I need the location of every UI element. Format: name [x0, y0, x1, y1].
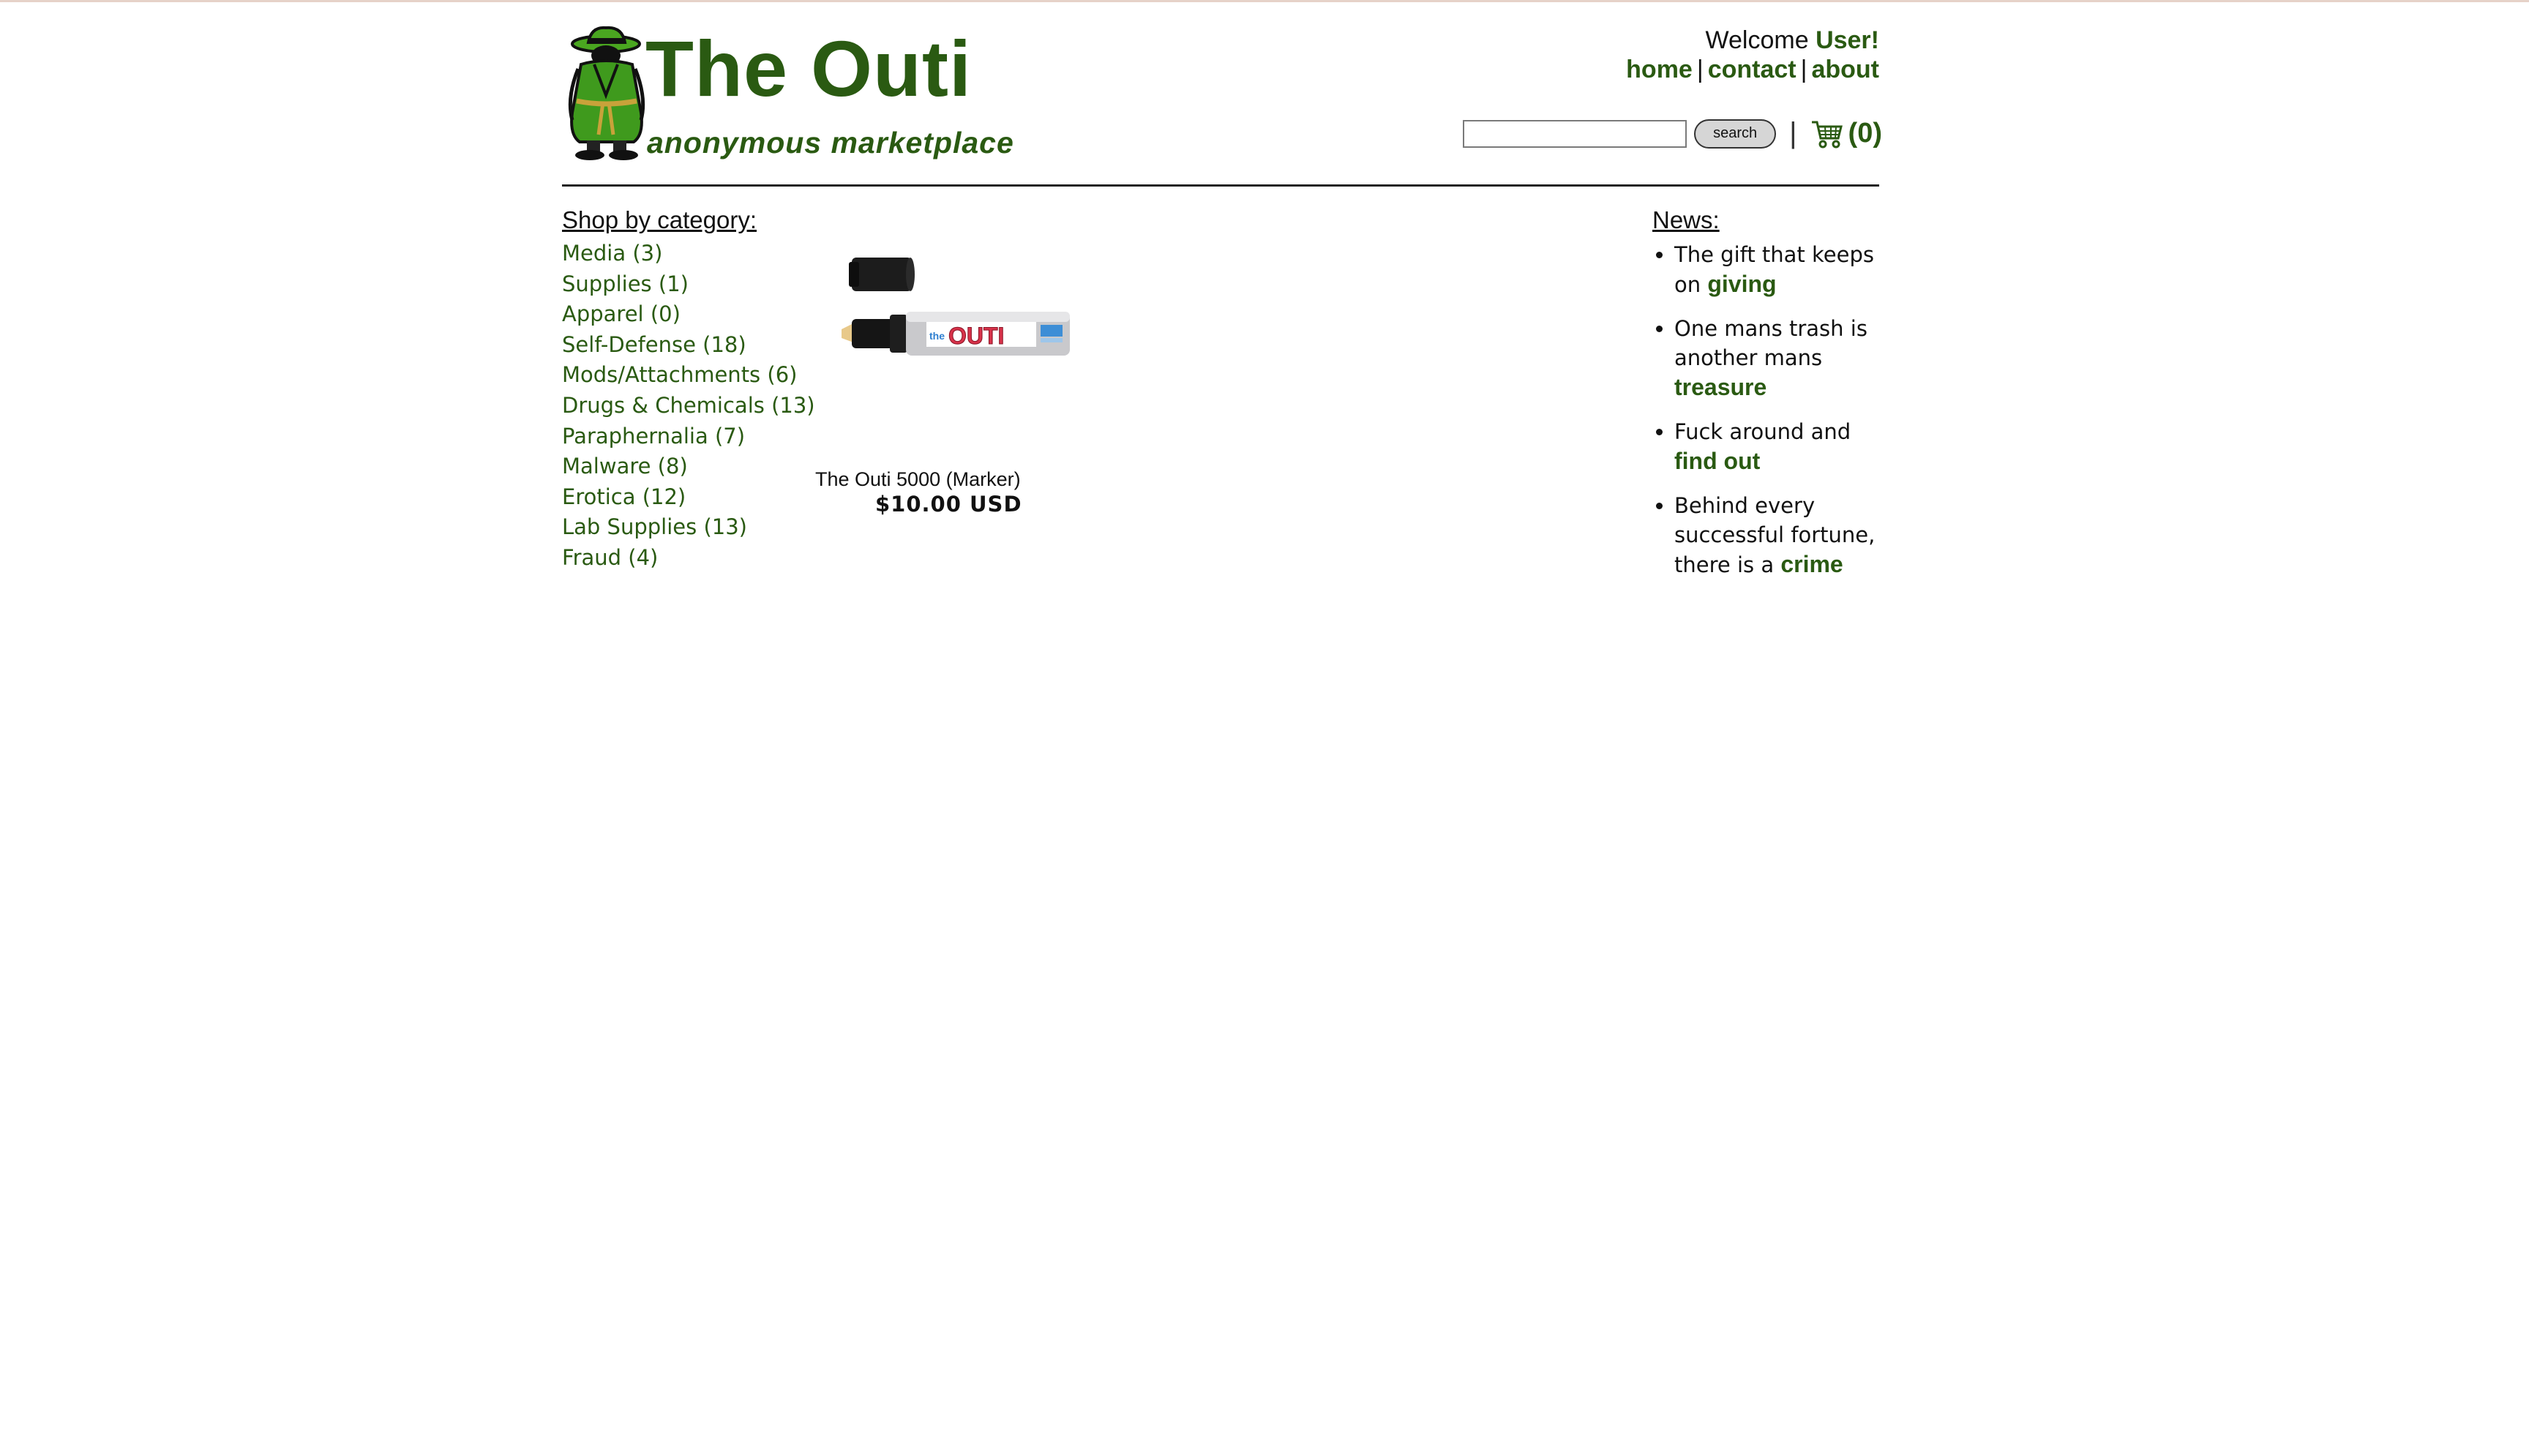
category-link-media[interactable]: Media (3): [562, 239, 815, 269]
category-link-self-defense[interactable]: Self-Defense (18): [562, 330, 815, 361]
category-link-erotica[interactable]: Erotica (12): [562, 482, 815, 513]
category-link-malware[interactable]: Malware (8): [562, 451, 815, 482]
search-input[interactable]: [1463, 119, 1687, 148]
category-heading: Shop by category:: [562, 206, 757, 233]
news-list: The gift that keeps on giving One mans t…: [1652, 240, 1887, 579]
search-bar: search | (0): [1463, 117, 1882, 150]
news-item-link-crime[interactable]: crime: [1780, 551, 1843, 577]
product-price: $10.00 USD: [875, 492, 1022, 517]
category-link-fraud[interactable]: Fraud (4): [562, 543, 815, 574]
category-link-lab-supplies[interactable]: Lab Supplies (13): [562, 512, 815, 543]
category-link-apparel[interactable]: Apparel (0): [562, 299, 815, 330]
welcome-username[interactable]: User: [1816, 26, 1871, 54]
marker-product-image[interactable]: the OUTI: [839, 249, 1073, 366]
category-link-supplies[interactable]: Supplies (1): [562, 269, 815, 300]
nav-separator: |: [1800, 56, 1807, 83]
news-item-text: Fuck around and: [1674, 419, 1851, 444]
top-navigation: home | contact | about: [1626, 56, 1879, 84]
category-link-mods-attachments[interactable]: Mods/Attachments (6): [562, 360, 815, 391]
search-button[interactable]: search: [1694, 119, 1777, 149]
site-title[interactable]: The Outi: [645, 29, 972, 108]
news-sidebar: News: The gift that keeps on giving One …: [1652, 206, 1887, 594]
welcome-suffix: !: [1870, 26, 1879, 54]
shopping-cart-icon: [1811, 121, 1843, 148]
search-cart-separator: |: [1789, 117, 1797, 149]
news-item: Behind every successful fortune, there i…: [1674, 491, 1887, 579]
nav-about-link[interactable]: about: [1811, 56, 1879, 83]
nav-home-link[interactable]: home: [1626, 56, 1693, 83]
news-item-link-giving[interactable]: giving: [1707, 271, 1776, 297]
news-item: Fuck around and find out: [1674, 417, 1887, 476]
news-item: One mans trash is another mans treasure: [1674, 314, 1887, 402]
news-item: The gift that keeps on giving: [1674, 240, 1887, 299]
nav-separator: |: [1696, 56, 1704, 83]
welcome-message: Welcome User!: [1706, 26, 1879, 55]
category-link-paraphernalia[interactable]: Paraphernalia (7): [562, 421, 815, 452]
news-item-text: Behind every successful fortune, there i…: [1674, 493, 1876, 577]
cart-link[interactable]: (0): [1810, 118, 1882, 149]
news-item-link-find-out[interactable]: find out: [1674, 448, 1760, 474]
news-item-text: One mans trash is another mans: [1674, 316, 1867, 370]
site-tagline: anonymous marketplace: [647, 126, 1014, 160]
marker-brand-small: the: [929, 330, 945, 342]
marker-brand-big: OUTI: [948, 323, 1004, 349]
welcome-text: Welcome: [1705, 26, 1816, 54]
news-heading: News:: [1652, 206, 1720, 233]
category-sidebar: Shop by category: Media (3) Supplies (1)…: [562, 206, 815, 574]
category-link-drugs-chemicals[interactable]: Drugs & Chemicals (13): [562, 391, 815, 421]
product-name-link[interactable]: The Outi 5000 (Marker): [815, 468, 1021, 491]
nav-contact-link[interactable]: contact: [1708, 56, 1796, 83]
cart-count: (0): [1848, 118, 1882, 149]
news-item-link-treasure[interactable]: treasure: [1674, 374, 1766, 400]
spy-mascot-logo-icon[interactable]: [562, 25, 651, 161]
header-divider: [562, 184, 1879, 187]
product-card[interactable]: the OUTI The Outi 5000 (Marker) $10.00 U…: [815, 249, 1087, 517]
